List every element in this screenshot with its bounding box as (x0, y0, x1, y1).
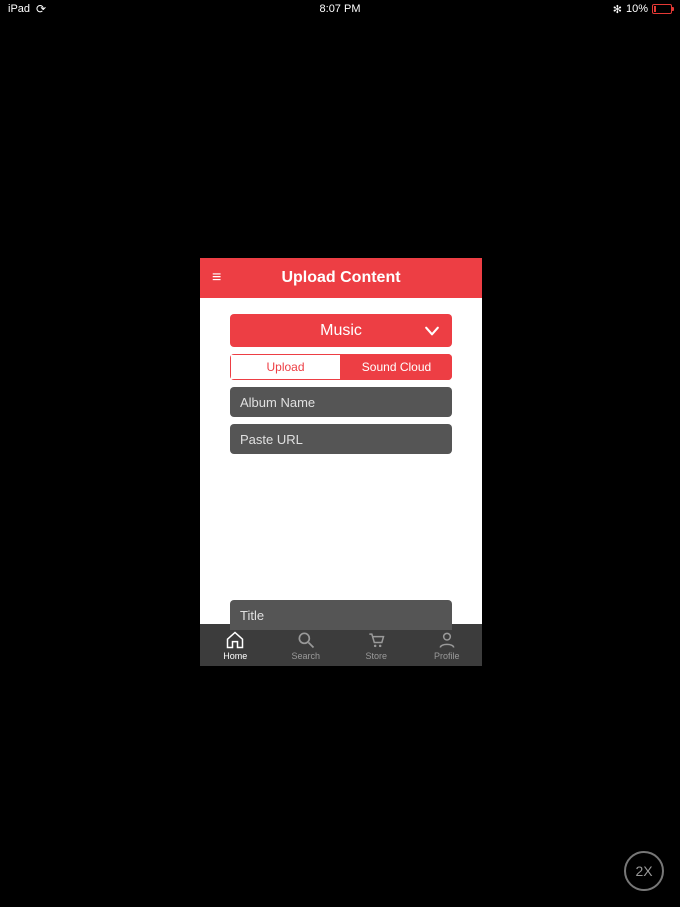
search-icon (296, 630, 316, 650)
battery-icon (652, 4, 672, 14)
dropdown-selected: Music (320, 322, 362, 340)
bluetooth-icon: ✻ (613, 3, 622, 16)
segment-soundcloud[interactable]: Sound Cloud (341, 354, 452, 380)
home-icon (225, 630, 245, 650)
upload-source-segmented: Upload Sound Cloud (230, 354, 452, 380)
status-bar: iPad ⟳ 8:07 PM ✻ 10% (0, 0, 680, 18)
menu-icon[interactable]: ≡ (200, 269, 233, 287)
title-field[interactable] (230, 600, 452, 630)
zoom-label: 2X (635, 863, 652, 879)
tab-profile-label: Profile (434, 651, 460, 661)
segment-upload[interactable]: Upload (230, 354, 341, 380)
tab-store[interactable]: Store (341, 624, 412, 666)
tab-bar: Home Search Store Profile (200, 624, 482, 666)
device-label: iPad (8, 3, 30, 15)
tab-profile[interactable]: Profile (412, 624, 483, 666)
battery-percent: 10% (626, 3, 648, 15)
tab-home-label: Home (223, 651, 247, 661)
album-name-field[interactable] (230, 387, 452, 417)
page-title: Upload Content (281, 269, 400, 287)
tab-store-label: Store (365, 651, 387, 661)
profile-icon (437, 630, 457, 650)
category-dropdown[interactable]: Music (230, 314, 452, 347)
tab-home[interactable]: Home (200, 624, 271, 666)
paste-url-field[interactable] (230, 424, 452, 454)
clock: 8:07 PM (320, 3, 361, 15)
tab-search-label: Search (291, 651, 320, 661)
segment-upload-label: Upload (266, 360, 304, 374)
cart-icon (366, 630, 386, 650)
content-area: Music Upload Sound Cloud (200, 298, 482, 624)
tab-search[interactable]: Search (271, 624, 342, 666)
app-header: ≡ Upload Content (200, 258, 482, 298)
sync-icon: ⟳ (36, 2, 46, 16)
chevron-down-icon (422, 321, 442, 341)
app-window: ≡ Upload Content Music Upload Sound Clou… (200, 258, 482, 666)
segment-soundcloud-label: Sound Cloud (362, 360, 431, 374)
zoom-badge[interactable]: 2X (624, 851, 664, 891)
